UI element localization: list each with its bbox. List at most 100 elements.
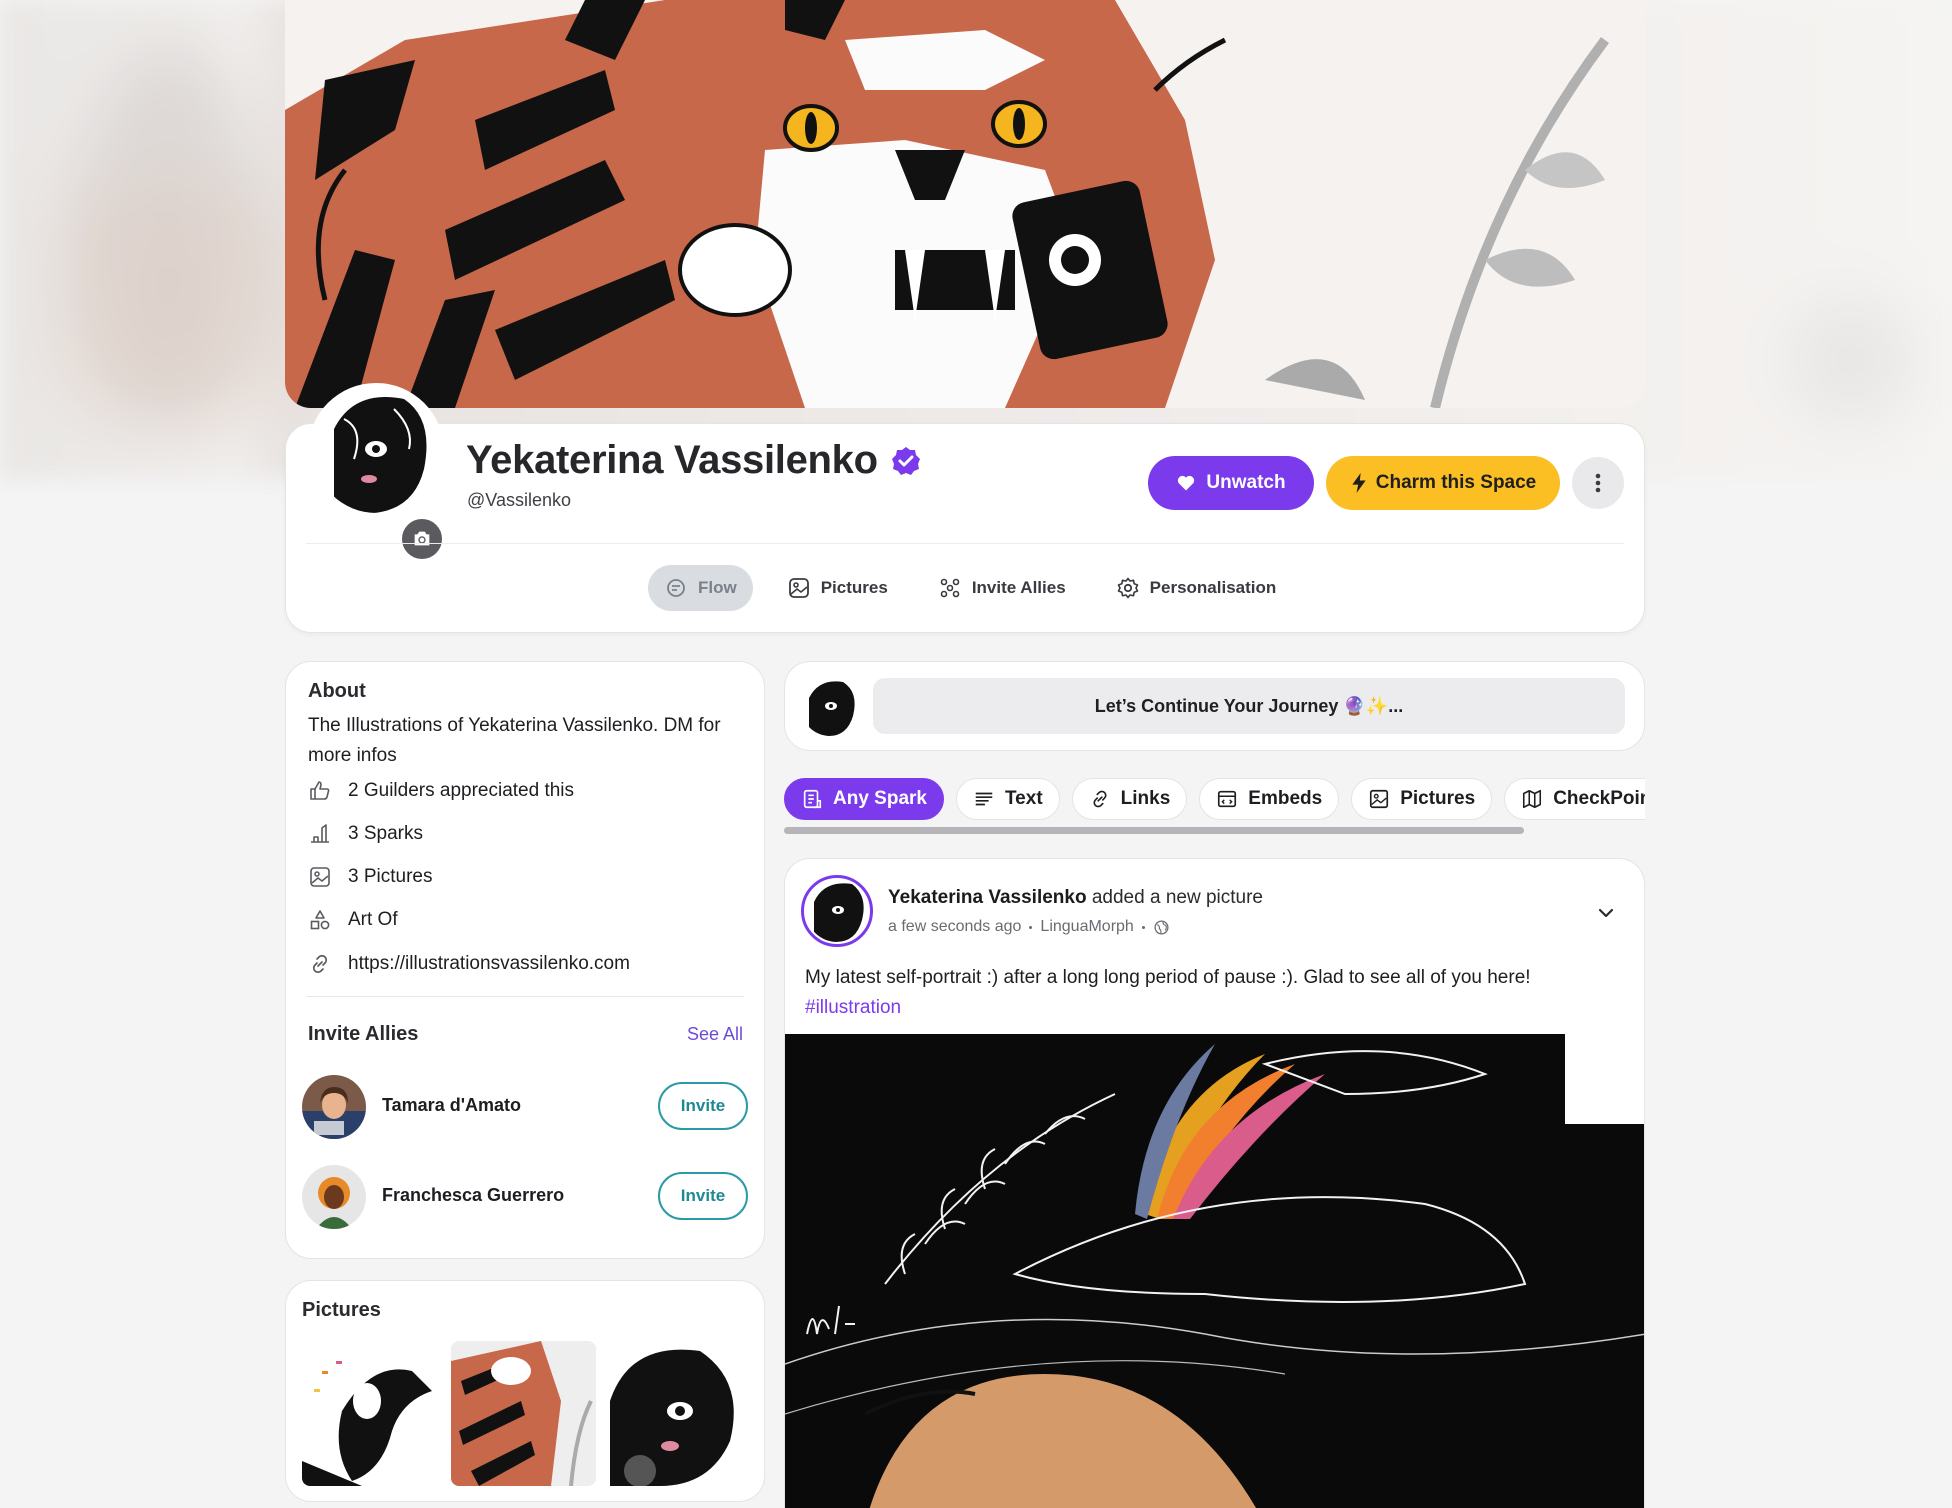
- post-author-avatar[interactable]: [801, 875, 873, 947]
- filter-label: Any Spark: [833, 788, 927, 809]
- profile-header-card: Yekaterina Vassilenko @Vassilenko Unwatc…: [285, 383, 1645, 633]
- pictures-grid: [302, 1341, 745, 1486]
- stat-category-text: Art Of: [348, 909, 398, 930]
- stat-website[interactable]: https://illustrationsvassilenko.com: [308, 952, 630, 976]
- chevron-down-icon[interactable]: [1594, 901, 1618, 925]
- avatar: [801, 678, 859, 736]
- verified-badge-icon: [891, 446, 920, 475]
- charm-space-button[interactable]: Charm this Space: [1326, 456, 1560, 510]
- profile-avatar[interactable]: [308, 383, 444, 519]
- globe-icon: [1154, 919, 1169, 935]
- kebab-menu-icon: [1595, 473, 1601, 493]
- composer-input[interactable]: Let’s Continue Your Journey 🔮✨...: [873, 678, 1625, 734]
- post-meta: a few seconds ago LinguaMorph: [888, 918, 1170, 936]
- link-icon: [1093, 790, 1107, 808]
- picture-thumbnail[interactable]: [600, 1341, 745, 1486]
- ally-row: Tamara d'Amato Invite: [302, 1075, 748, 1139]
- change-avatar-button[interactable]: [399, 516, 445, 562]
- picture-thumbnail[interactable]: [302, 1341, 447, 1486]
- post-image[interactable]: [785, 1034, 1644, 1508]
- filter-any-spark[interactable]: Any Spark: [784, 778, 944, 820]
- profile-tabs: Flow Pictures Invite Allies Personalisat…: [648, 565, 1292, 611]
- about-card: About The Illustrations of Yekaterina Va…: [285, 661, 765, 1259]
- filter-pictures[interactable]: Pictures: [1351, 778, 1493, 820]
- image-icon: [788, 578, 809, 598]
- map-icon: [1523, 789, 1542, 809]
- filter-embeds[interactable]: Embeds: [1199, 778, 1340, 820]
- tab-personalisation-label: Personalisation: [1149, 578, 1277, 597]
- filter-label: Embeds: [1248, 788, 1323, 809]
- post-text: My latest self-portrait :) after a long …: [805, 963, 1625, 1023]
- post-header: Yekaterina Vassilenko added a new pictur…: [888, 887, 1263, 909]
- about-title: About: [308, 680, 366, 702]
- thumbs-up-icon: [310, 781, 330, 800]
- gear-icon: [1117, 577, 1138, 599]
- filter-checkpoints[interactable]: CheckPoints: [1504, 778, 1645, 820]
- link-icon: [312, 954, 328, 974]
- spark-filters: Any Spark Text Links Embeds Pictures Che…: [784, 778, 1645, 822]
- filter-text[interactable]: Text: [955, 778, 1060, 820]
- filter-label: Links: [1120, 788, 1171, 809]
- shapes-icon: [310, 910, 330, 930]
- tab-flow[interactable]: Flow: [648, 565, 753, 611]
- stat-appreciations-text: 2 Guilders appreciated this: [348, 780, 575, 801]
- post-author-name[interactable]: Yekaterina Vassilenko: [888, 887, 1087, 908]
- post-card: Yekaterina Vassilenko added a new pictur…: [784, 858, 1645, 1508]
- camera-icon: [414, 531, 430, 546]
- avatar: [302, 1165, 366, 1229]
- post-time: a few seconds ago: [888, 918, 1022, 935]
- cover-image: [285, 0, 1645, 408]
- invite-button[interactable]: Invite: [658, 1082, 748, 1130]
- unwatch-button[interactable]: Unwatch: [1148, 456, 1314, 510]
- ally-name: Tamara d'Amato: [382, 1095, 521, 1115]
- unwatch-label: Unwatch: [1206, 472, 1286, 493]
- tab-pictures[interactable]: Pictures: [771, 565, 904, 611]
- invite-button[interactable]: Invite: [658, 1172, 748, 1220]
- more-options-button[interactable]: [1572, 457, 1624, 509]
- tab-personalisation[interactable]: Personalisation: [1100, 565, 1293, 611]
- tab-pictures-label: Pictures: [820, 578, 888, 597]
- people-icon: [940, 578, 960, 598]
- charm-label: Charm this Space: [1375, 472, 1537, 493]
- heart-icon: [1178, 475, 1195, 491]
- document-icon: [803, 789, 822, 809]
- post-composer: Let’s Continue Your Journey 🔮✨...: [784, 661, 1645, 751]
- about-divider: [306, 996, 744, 997]
- header-divider: [306, 543, 1624, 544]
- website-link[interactable]: https://illustrationsvassilenko.com: [348, 953, 630, 975]
- stat-pictures-text: 3 Pictures: [348, 866, 433, 887]
- hashtag-link[interactable]: #illustration: [805, 997, 901, 1018]
- tab-invite-allies[interactable]: Invite Allies: [922, 565, 1082, 611]
- pictures-title: Pictures: [302, 1299, 381, 1321]
- pictures-card: Pictures: [285, 1280, 765, 1502]
- profile-name: Yekaterina Vassilenko: [466, 438, 878, 482]
- stat-pictures: 3 Pictures: [308, 865, 432, 889]
- see-all-link[interactable]: See All: [687, 1024, 743, 1045]
- stat-sparks: 3 Sparks: [308, 822, 423, 846]
- filter-label: Text: [1004, 788, 1043, 809]
- tab-flow-label: Flow: [698, 578, 737, 597]
- post-action: added a new picture: [1091, 887, 1263, 908]
- spark-icon: [311, 824, 329, 843]
- about-description: The Illustrations of Yekaterina Vassilen…: [308, 715, 721, 766]
- filter-label: Pictures: [1400, 788, 1476, 809]
- image-icon: [1370, 789, 1389, 809]
- invite-allies-title: Invite Allies: [308, 1023, 419, 1045]
- picture-thumbnail[interactable]: [451, 1341, 596, 1486]
- lightning-icon: [1352, 473, 1366, 493]
- stat-category: Art Of: [308, 908, 398, 932]
- stat-sparks-text: 3 Sparks: [348, 823, 423, 844]
- filter-links[interactable]: Links: [1071, 778, 1188, 820]
- post-body: My latest self-portrait :) after a long …: [805, 967, 1531, 988]
- avatar: [302, 1075, 366, 1139]
- text-lines-icon: [975, 792, 993, 806]
- ally-name: Franchesca Guerrero: [382, 1185, 565, 1205]
- stat-appreciations: 2 Guilders appreciated this: [308, 779, 574, 803]
- profile-handle: @Vassilenko: [467, 490, 571, 510]
- filter-label: CheckPoints: [1553, 788, 1645, 809]
- filters-scrollbar[interactable]: [784, 827, 1524, 834]
- ally-row: Franchesca Guerrero Invite: [302, 1165, 748, 1229]
- post-community[interactable]: LinguaMorph: [1040, 918, 1133, 936]
- flow-icon: [667, 579, 685, 597]
- embed-icon: [1218, 790, 1237, 808]
